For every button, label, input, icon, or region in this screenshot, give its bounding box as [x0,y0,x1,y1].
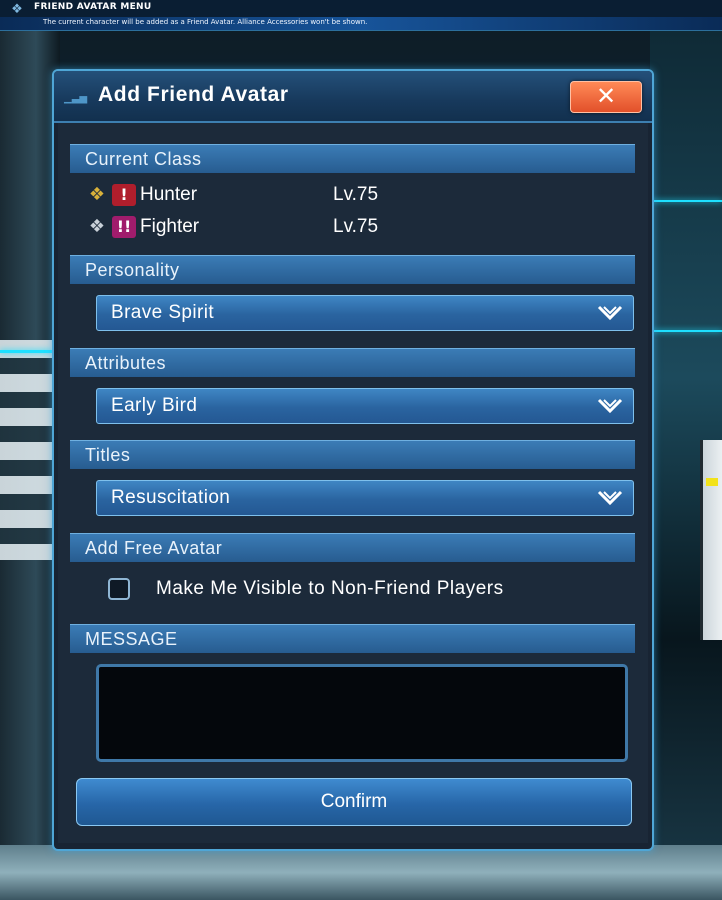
section-label: Titles [85,445,131,465]
close-icon: ✕ [595,82,617,110]
dialog-header: ▁▃▅ Add Friend Avatar ✕ [54,71,652,123]
background-neon-light [0,350,52,353]
sub-class-icon: ❖ [88,216,106,237]
main-class-icon: ❖ [88,184,106,205]
info-banner: The current character will be added as a… [0,17,722,30]
visibility-checkbox-label[interactable]: Make Me Visible to Non-Friend Players [156,578,504,600]
confirm-button[interactable]: Confirm [76,778,632,826]
menu-title: FRIEND AVATAR MENU [34,2,152,12]
section-label: MESSAGE [85,629,178,649]
section-label: Attributes [85,353,167,373]
background-stripes [0,340,52,560]
class-row-main: ❖ ! Hunter Lv.75 [86,183,406,209]
chevron-down-icon [597,490,623,506]
dropdown-value: Early Bird [111,395,198,416]
background-neon-light [650,330,722,332]
section-current-class: Current Class [70,144,635,173]
class-row-sub: ❖ !! Fighter Lv.75 [86,215,406,241]
section-personality: Personality [70,255,635,284]
background-floor [0,845,722,900]
hunter-class-icon: ! [112,184,136,206]
section-add-free-avatar: Add Free Avatar [70,533,635,562]
class-name: Hunter [140,184,198,205]
section-label: Add Free Avatar [85,538,223,558]
dropdown-value: Brave Spirit [111,302,215,323]
class-name: Fighter [140,216,200,237]
class-level: Lv.75 [333,184,379,205]
chevron-down-icon [597,305,623,321]
personality-dropdown[interactable]: Brave Spirit [96,295,634,331]
section-message: MESSAGE [70,624,635,653]
confirm-label: Confirm [320,791,388,812]
fighter-class-icon: !! [112,216,136,238]
add-friend-avatar-dialog: ▁▃▅ Add Friend Avatar ✕ Current Class ❖ … [52,69,654,851]
visibility-checkbox[interactable] [108,578,130,600]
signal-bars-icon: ▁▃▅ [64,93,88,104]
close-button[interactable]: ✕ [570,81,642,113]
attributes-dropdown[interactable]: Early Bird [96,388,634,424]
message-input[interactable] [96,664,628,762]
menu-emblem-icon: ❖ [11,2,23,17]
titles-dropdown[interactable]: Resuscitation [96,480,634,516]
background-neon-light [650,200,722,202]
dialog-title: Add Friend Avatar [98,83,289,106]
top-bar: ❖ FRIEND AVATAR MENU The current charact… [0,0,722,31]
chevron-down-icon [597,398,623,414]
background-robot [700,440,722,640]
dialog-body: Current Class ❖ ! Hunter Lv.75 ❖ !! Figh… [58,123,648,843]
section-titles: Titles [70,440,635,469]
section-label: Personality [85,260,180,280]
section-attributes: Attributes [70,348,635,377]
info-text: The current character will be added as a… [43,18,368,26]
class-level: Lv.75 [333,216,379,237]
section-label: Current Class [85,149,202,169]
dropdown-value: Resuscitation [111,487,231,508]
background-robot-tag [706,478,718,486]
